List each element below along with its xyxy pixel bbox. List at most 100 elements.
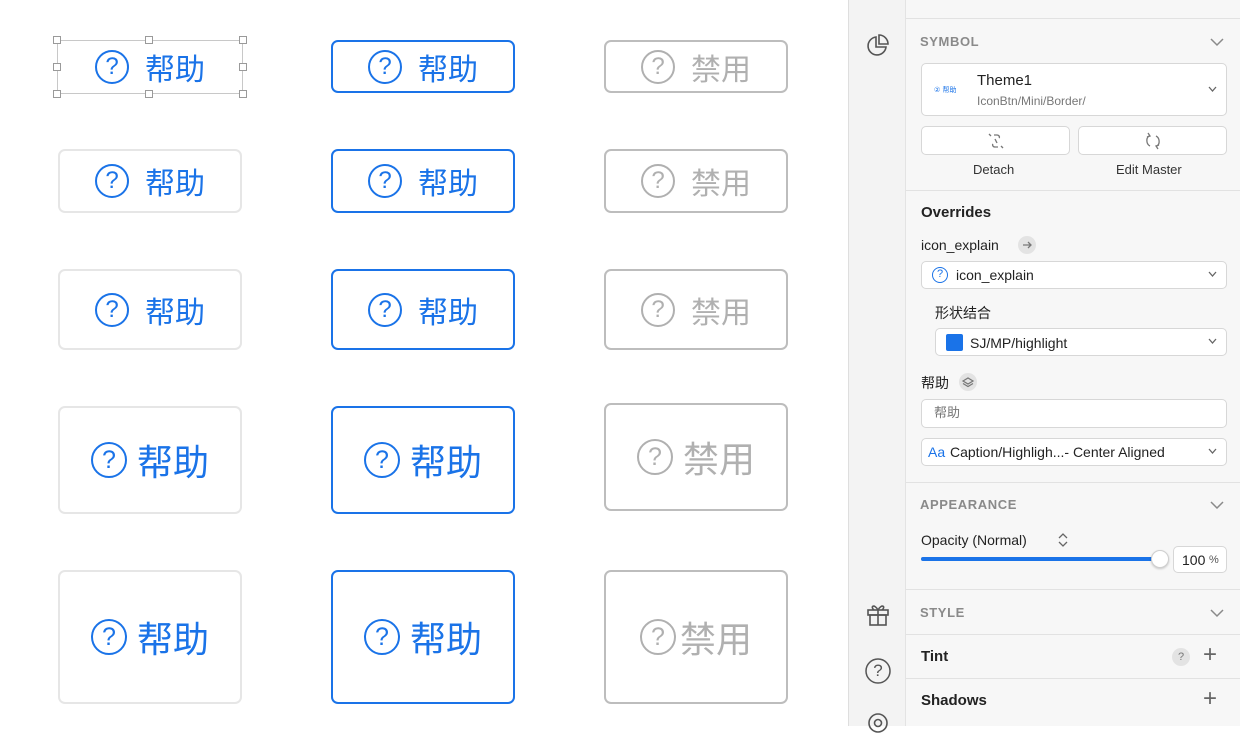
pie-chart-icon[interactable] (863, 31, 893, 61)
up-down-arrows-icon[interactable] (1057, 531, 1069, 549)
opacity-slider-fill (921, 557, 1159, 561)
help-button-small-light[interactable]: ? 帮助 (58, 149, 242, 213)
help-button-large-light[interactable]: ? 帮助 (58, 406, 242, 514)
resize-handle-s[interactable] (145, 90, 153, 98)
gift-icon[interactable] (863, 599, 893, 629)
resize-handle-ne[interactable] (239, 36, 247, 44)
help-button-medium-light[interactable]: ? 帮助 (58, 269, 242, 350)
disabled-button-xlarge: ? 禁用 (604, 570, 788, 704)
question-circle-icon: ? (636, 439, 673, 475)
button-label: 帮助 (136, 443, 209, 484)
appearance-section-header[interactable]: APPEARANCE (920, 497, 1017, 512)
resize-handle-e[interactable] (239, 63, 247, 71)
help-button-large-border[interactable]: ? 帮助 (331, 406, 515, 514)
color-override-value: SJ/MP/highlight (970, 335, 1068, 351)
chevron-down-icon (1208, 338, 1217, 344)
question-circle-icon: ? (641, 164, 675, 198)
button-label: 帮助 (136, 620, 209, 661)
resize-handle-se[interactable] (239, 90, 247, 98)
symbol-picker[interactable]: ② 帮助 Theme1 IconBtn/Mini/Border/ (921, 63, 1227, 116)
style-section-header[interactable]: STYLE (920, 605, 965, 620)
resize-handle-nw[interactable] (53, 36, 61, 44)
chevron-down-icon (1208, 271, 1217, 277)
disabled-button-small: ? 禁用 (604, 149, 788, 213)
opacity-unit: % (1209, 554, 1219, 566)
opacity-input[interactable]: 100 % (1173, 546, 1227, 573)
text-override-input[interactable] (921, 399, 1227, 428)
inspector-panel: SYMBOL ② 帮助 Theme1 IconBtn/Mini/Border/ … (906, 0, 1240, 726)
color-swatch (946, 334, 963, 351)
question-circle-icon: ? (90, 619, 127, 655)
chevron-down-icon (1208, 448, 1217, 454)
button-label: 帮助 (418, 295, 478, 331)
disabled-button-medium: ? 禁用 (604, 269, 788, 350)
chevron-down-icon (1208, 86, 1217, 92)
symbol-path: IconBtn/Mini/Border/ (977, 94, 1086, 108)
icon-override-value: icon_explain (956, 267, 1034, 283)
chevron-down-icon[interactable] (1210, 500, 1224, 510)
help-circle-icon[interactable]: ? (863, 656, 893, 686)
edit-master-button[interactable] (1078, 126, 1227, 155)
opacity-slider-track[interactable] (921, 557, 1159, 561)
help-badge-icon[interactable]: ? (1172, 648, 1190, 666)
tint-label: Tint (921, 648, 949, 665)
opacity-slider-knob[interactable] (1151, 550, 1169, 568)
resize-handle-w[interactable] (53, 63, 61, 71)
edit-master-label: Edit Master (1116, 162, 1182, 177)
symbol-name: Theme1 (977, 72, 1033, 89)
question-circle-icon: ? (363, 619, 400, 655)
add-tint-button[interactable]: + (1203, 643, 1217, 667)
help-button-medium-border[interactable]: ? 帮助 (331, 269, 515, 350)
question-circle-icon: ? (368, 292, 402, 327)
selection-frame (57, 40, 243, 94)
question-circle-icon: ? (95, 292, 129, 327)
shadows-label: Shadows (921, 692, 987, 709)
add-shadow-button[interactable]: + (1203, 687, 1217, 711)
divider (906, 589, 1240, 590)
button-label: 禁用 (679, 620, 752, 661)
question-circle-icon: ? (363, 442, 400, 478)
divider (906, 190, 1240, 191)
icon-override-select[interactable]: ? icon_explain (921, 261, 1227, 289)
question-circle-icon: ? (932, 267, 948, 283)
unlink-icon (988, 133, 1004, 149)
design-canvas[interactable]: ? 帮助 ? 帮助 ? 禁用 ? 帮助 ? 帮助 ? 禁用 ? 帮助 ? 帮助 … (0, 0, 848, 726)
divider (906, 482, 1240, 483)
chevron-down-icon[interactable] (1210, 608, 1224, 618)
disabled-button-large: ? 禁用 (604, 403, 788, 511)
button-label: 帮助 (409, 443, 482, 484)
button-label: 禁用 (691, 167, 751, 202)
help-button-xlarge-border[interactable]: ? 帮助 (331, 570, 515, 704)
button-label: 帮助 (145, 295, 205, 331)
settings-icon[interactable] (863, 708, 893, 738)
resize-handle-n[interactable] (145, 36, 153, 44)
color-override-select[interactable]: SJ/MP/highlight (935, 328, 1227, 356)
resize-handle-sw[interactable] (53, 90, 61, 98)
question-circle-icon: ? (641, 292, 675, 327)
button-label: 帮助 (409, 620, 482, 661)
text-override-label: 帮助 (921, 376, 949, 392)
question-circle-icon: ? (368, 164, 402, 198)
question-circle-icon: ? (641, 49, 675, 84)
help-button-mini-border[interactable]: ? 帮助 (331, 40, 515, 93)
button-label: 帮助 (418, 52, 478, 88)
chevron-down-icon[interactable] (1210, 37, 1224, 47)
help-button-xlarge-light[interactable]: ? 帮助 (58, 570, 242, 704)
symbol-section-header[interactable]: SYMBOL (920, 34, 979, 49)
help-button-small-border[interactable]: ? 帮助 (331, 149, 515, 213)
text-style-prefix: Aa (928, 444, 946, 460)
divider (906, 678, 1240, 679)
question-circle-icon: ? (639, 619, 676, 655)
overrides-title: Overrides (921, 204, 992, 221)
opacity-label[interactable]: Opacity (Normal) (921, 532, 1027, 548)
question-circle-icon: ? (95, 164, 129, 198)
text-style-select[interactable]: Aa Caption/Highligh...- Center Aligned (921, 438, 1227, 466)
text-style-value: Caption/Highligh...- Center Aligned (950, 444, 1165, 460)
detach-button[interactable] (921, 126, 1070, 155)
symbol-thumbnail: ② 帮助 (934, 86, 957, 94)
button-label: 禁用 (682, 440, 755, 481)
go-to-arrow-icon[interactable] (1018, 236, 1036, 254)
button-label: 禁用 (691, 295, 751, 331)
help-glyph: ? (873, 661, 883, 680)
opacity-value: 100 (1182, 552, 1206, 568)
